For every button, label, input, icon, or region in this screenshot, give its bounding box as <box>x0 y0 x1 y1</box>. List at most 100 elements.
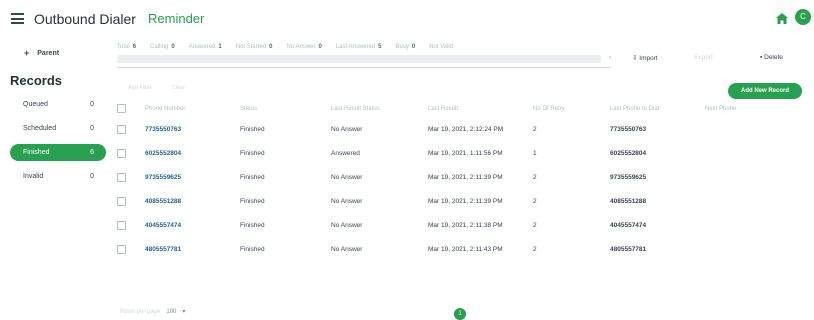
sidebar-item-finished[interactable]: Finished 6 <box>10 144 106 161</box>
phone-number-link[interactable]: 4085551288 <box>145 198 181 205</box>
chevron-down-icon[interactable]: ▾ <box>182 308 185 315</box>
column-header[interactable]: Last Phone to Dial <box>610 106 659 112</box>
row-checkbox[interactable] <box>117 149 126 158</box>
filter-not-started[interactable]: Not Started 0 <box>236 44 273 50</box>
current-page-button[interactable]: 1 <box>454 308 466 320</box>
filter-count: 0 <box>318 44 322 50</box>
delete-label: Delete <box>764 54 783 61</box>
row-checkbox[interactable] <box>117 245 126 254</box>
rows-per-page-label: Rows per page <box>120 308 161 315</box>
filter-input[interactable]: › <box>117 55 611 63</box>
user-avatar[interactable]: C <box>795 9 811 25</box>
filter-count: 6 <box>132 44 137 50</box>
last-result-cell: Mar 19, 2021, 2:11:43 PM <box>428 246 503 253</box>
chevron-right-icon[interactable]: › <box>609 55 611 61</box>
filter-label: Answered <box>188 44 216 50</box>
retry-count-cell: 2 <box>533 222 537 229</box>
status-cell: Finished <box>240 174 265 181</box>
last-result-cell: Mar 19, 2021, 2:11:39 PM <box>428 174 503 181</box>
status-filter-bar: Total 6 Calling 0 Answered 1 Not Started 0 N… <box>117 44 611 68</box>
rows-per-page-select[interactable]: 100 <box>166 309 176 315</box>
status-cell: Finished <box>240 222 265 229</box>
filter-calling[interactable]: Calling 0 <box>150 44 175 50</box>
status-filter-row: Total 6 Calling 0 Answered 1 Not Started 0 N… <box>117 44 470 50</box>
last-result-cell: Mar 19, 2021, 2:12:24 PM <box>428 126 504 133</box>
filter-not-valid[interactable]: Not Valid <box>429 44 456 50</box>
result-status-cell: No Answer <box>331 198 363 205</box>
records-title: Records <box>10 73 63 88</box>
column-header[interactable]: Last Result <box>428 106 458 112</box>
last-result-cell: Mar 19, 2021, 1:11:56 PM <box>428 150 503 157</box>
status-cell: Finished <box>240 246 265 253</box>
retry-count-cell: 2 <box>533 174 537 181</box>
page-subtitle: Reminder <box>148 11 205 26</box>
row-checkbox[interactable] <box>117 197 126 206</box>
sidebar-item-scheduled[interactable]: Scheduled 0 <box>10 120 106 137</box>
last-dial-cell: 4045557474 <box>610 222 647 229</box>
column-header[interactable]: Status <box>240 106 257 112</box>
app-header: Outbound Dialer Reminder C <box>0 0 814 38</box>
row-checkbox[interactable] <box>117 173 126 182</box>
delete-button[interactable]: ▪ Delete <box>760 54 783 61</box>
last-dial-cell: 9735559625 <box>610 174 647 181</box>
filter-label: Total <box>117 44 130 50</box>
phone-number-link[interactable]: 6025552804 <box>145 150 181 157</box>
parent-toggle[interactable]: + Parent <box>24 48 59 58</box>
filter-answered[interactable]: Answered 1 <box>189 44 222 50</box>
phone-number-link[interactable]: 9735559625 <box>145 174 181 181</box>
result-status-cell: No Answer <box>331 126 363 133</box>
retry-count-cell: 2 <box>533 246 537 253</box>
phone-number-link[interactable]: 4805557781 <box>145 246 181 253</box>
filter-label: Last Answered <box>335 44 376 50</box>
filter-no-answer[interactable]: No Answer 0 <box>286 44 321 50</box>
filter-last-answered[interactable]: Last Answered 5 <box>336 44 382 50</box>
rows-per-page: Rows per page 100 ▾ <box>120 308 185 316</box>
retry-count-cell: 2 <box>533 126 537 133</box>
filter-label: No Answer <box>286 44 316 50</box>
select-all-checkbox[interactable] <box>117 104 126 113</box>
last-dial-cell: 6025552804 <box>610 150 647 157</box>
filter-count: 0 <box>171 44 175 50</box>
export-button[interactable]: Export <box>694 54 713 61</box>
result-status-cell: Answered <box>331 150 360 157</box>
app-title: Outbound Dialer <box>34 11 136 27</box>
filter-label: Not Valid <box>429 44 454 50</box>
import-button[interactable]: ⇩ Import <box>632 54 658 62</box>
column-header[interactable]: Next Phone <box>705 106 736 112</box>
add-new-record-button[interactable]: Add New Record <box>728 83 802 99</box>
sidebar-item-label: Invalid <box>23 173 44 180</box>
export-label: Export <box>694 54 713 61</box>
column-header[interactable]: Phone Number <box>145 106 185 112</box>
sidebar-item-count: 0 <box>90 173 94 180</box>
import-label: Import <box>639 55 658 62</box>
filter-label: Calling <box>150 44 169 50</box>
row-checkbox[interactable] <box>117 221 126 230</box>
last-dial-cell: 7735550763 <box>610 126 647 133</box>
filter-count: 0 <box>269 44 273 50</box>
column-header[interactable]: No Of Retry <box>533 106 565 112</box>
filter-count: 0 <box>411 44 416 50</box>
hamburger-menu-icon[interactable] <box>11 13 24 24</box>
phone-number-link[interactable]: 4045557474 <box>145 222 181 229</box>
filter-label: Not Started <box>235 44 267 50</box>
phone-number-link[interactable]: 7735550763 <box>145 126 181 133</box>
sidebar-item-count: 0 <box>90 125 94 132</box>
column-header[interactable]: Last Result Status <box>331 106 380 112</box>
add-filter-hint[interactable]: Add Filter <box>128 85 152 91</box>
result-status-cell: No Answer <box>331 222 363 229</box>
sidebar-item-label: Queued <box>23 101 48 108</box>
home-icon[interactable] <box>776 13 788 24</box>
sidebar-item-count: 0 <box>90 101 94 108</box>
row-checkbox[interactable] <box>117 125 126 134</box>
clear-hint[interactable]: Clear <box>172 85 185 91</box>
filter-count: 1 <box>218 44 222 50</box>
plus-icon: + <box>24 48 30 58</box>
sidebar-item-invalid[interactable]: Invalid 0 <box>10 168 106 185</box>
status-cell: Finished <box>240 198 265 205</box>
status-cell: Finished <box>240 150 265 157</box>
filter-busy[interactable]: Busy 0 <box>396 44 416 50</box>
result-status-cell: No Answer <box>331 174 363 181</box>
filter-total[interactable]: Total 6 <box>117 44 136 50</box>
last-result-cell: Mar 19, 2021, 2:11:38 PM <box>428 222 503 229</box>
sidebar-item-queued[interactable]: Queued 0 <box>10 96 106 113</box>
